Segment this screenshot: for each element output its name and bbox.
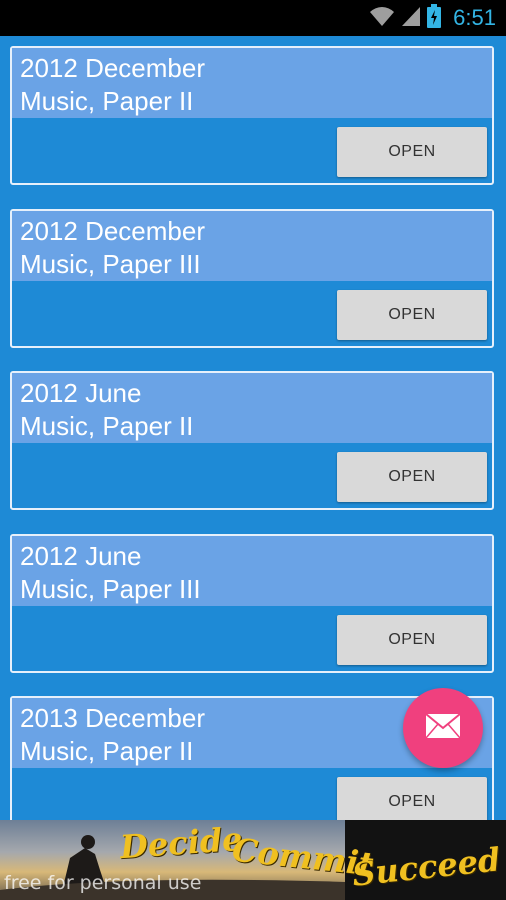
card-title: 2012 June Music, Paper II bbox=[20, 377, 193, 443]
card-title-line1: 2012 June bbox=[20, 541, 142, 571]
card-title: 2012 December Music, Paper II bbox=[20, 52, 205, 118]
open-button[interactable]: OPEN bbox=[337, 615, 487, 665]
card-title-line1: 2012 December bbox=[20, 216, 205, 246]
paper-card: 2012 December Music, Paper III OPEN bbox=[10, 209, 494, 348]
card-title-line2: Music, Paper II bbox=[20, 411, 194, 441]
card-title-line2: Music, Paper III bbox=[20, 574, 201, 604]
card-title: 2013 December Music, Paper II bbox=[20, 702, 205, 768]
card-title-line1: 2012 June bbox=[20, 378, 142, 408]
paper-card: 2012 December Music, Paper II OPEN bbox=[10, 46, 494, 185]
mail-icon bbox=[425, 713, 461, 743]
card-title-line2: Music, Paper II bbox=[20, 736, 194, 766]
card-title: 2012 June Music, Paper III bbox=[20, 540, 201, 606]
card-title: 2012 December Music, Paper III bbox=[20, 215, 205, 281]
open-button[interactable]: OPEN bbox=[337, 290, 487, 340]
email-fab-button[interactable] bbox=[403, 688, 483, 768]
paper-card: 2012 June Music, Paper III OPEN bbox=[10, 534, 494, 673]
open-button[interactable]: OPEN bbox=[337, 777, 487, 820]
status-icons: 6:51 bbox=[369, 0, 496, 36]
signal-icon bbox=[401, 5, 421, 31]
battery-charging-icon bbox=[427, 4, 442, 32]
card-title-line1: 2013 December bbox=[20, 703, 205, 733]
ad-watermark: free for personal use bbox=[4, 872, 202, 894]
status-bar: 6:51 bbox=[0, 0, 506, 36]
status-time: 6:51 bbox=[453, 5, 496, 30]
card-title-line2: Music, Paper III bbox=[20, 249, 201, 279]
card-title-line2: Music, Paper II bbox=[20, 86, 194, 116]
wifi-icon bbox=[369, 5, 395, 31]
paper-card: 2012 June Music, Paper II OPEN bbox=[10, 371, 494, 510]
open-button[interactable]: OPEN bbox=[337, 127, 487, 177]
open-button[interactable]: OPEN bbox=[337, 452, 487, 502]
ad-banner[interactable]: Decide Commit Succeed free for personal … bbox=[0, 820, 506, 900]
card-title-line1: 2012 December bbox=[20, 53, 205, 83]
